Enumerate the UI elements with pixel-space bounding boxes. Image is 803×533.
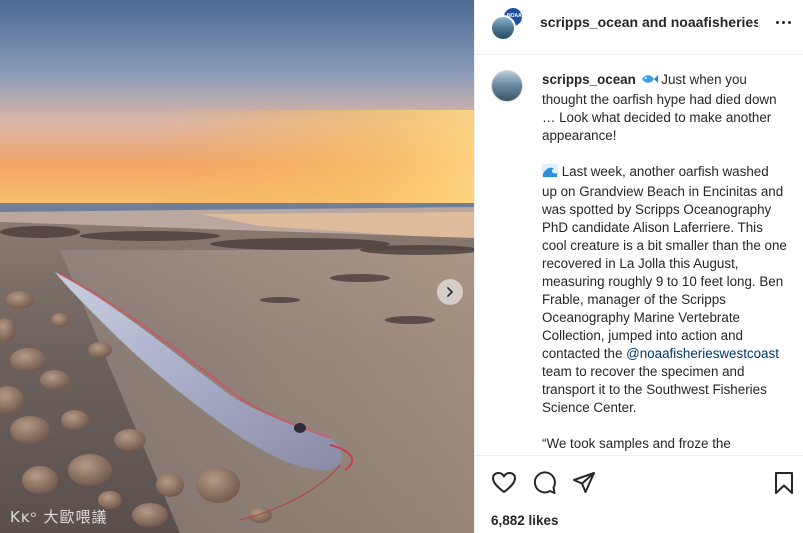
post-authors[interactable]: scripps_ocean and noaafisherieswestcoast [540, 14, 758, 30]
action-bar: 6,882 likes [475, 455, 803, 533]
caption-avatar[interactable] [491, 70, 523, 102]
heart-icon [492, 472, 516, 493]
share-button[interactable] [571, 470, 597, 496]
post-header: NOAA scripps_ocean and noaafisherieswest… [475, 0, 803, 55]
caption-para3: “We took samples and froze the [542, 436, 731, 451]
bookmark-icon [775, 472, 793, 494]
caption-text: scripps_ocean Just when you thought the … [542, 71, 787, 453]
comment-icon [533, 471, 556, 494]
likes-count[interactable]: 6,882 likes [491, 513, 559, 528]
fish-icon [640, 72, 658, 91]
post-side-panel: NOAA scripps_ocean and noaafisherieswest… [474, 0, 803, 533]
post-photo: Kĸᵒ 大歐喂議 [0, 0, 474, 533]
watermark-logo: Kĸᵒ 大歐喂議 [10, 508, 108, 526]
avatar-scripps [490, 15, 516, 41]
caption-para2-a: Last week, another oarfish washed up on … [542, 164, 787, 361]
beach-oarfish-image [0, 0, 474, 533]
send-icon [573, 472, 595, 493]
carousel-next-button[interactable] [437, 279, 463, 305]
caption-para2-b: team to recover the specimen and transpo… [542, 364, 767, 415]
caption-username[interactable]: scripps_ocean [542, 72, 636, 87]
mention-link[interactable]: @noaafisherieswestcoast [626, 346, 779, 361]
comment-button[interactable] [531, 470, 557, 496]
save-button[interactable] [771, 470, 797, 496]
like-button[interactable] [491, 470, 517, 496]
collab-avatars[interactable]: NOAA [490, 6, 524, 42]
more-options-icon[interactable] [770, 12, 796, 32]
caption-scroll[interactable]: scripps_ocean Just when you thought the … [475, 55, 803, 455]
wave-icon [542, 164, 558, 183]
chevron-right-icon [447, 287, 454, 297]
